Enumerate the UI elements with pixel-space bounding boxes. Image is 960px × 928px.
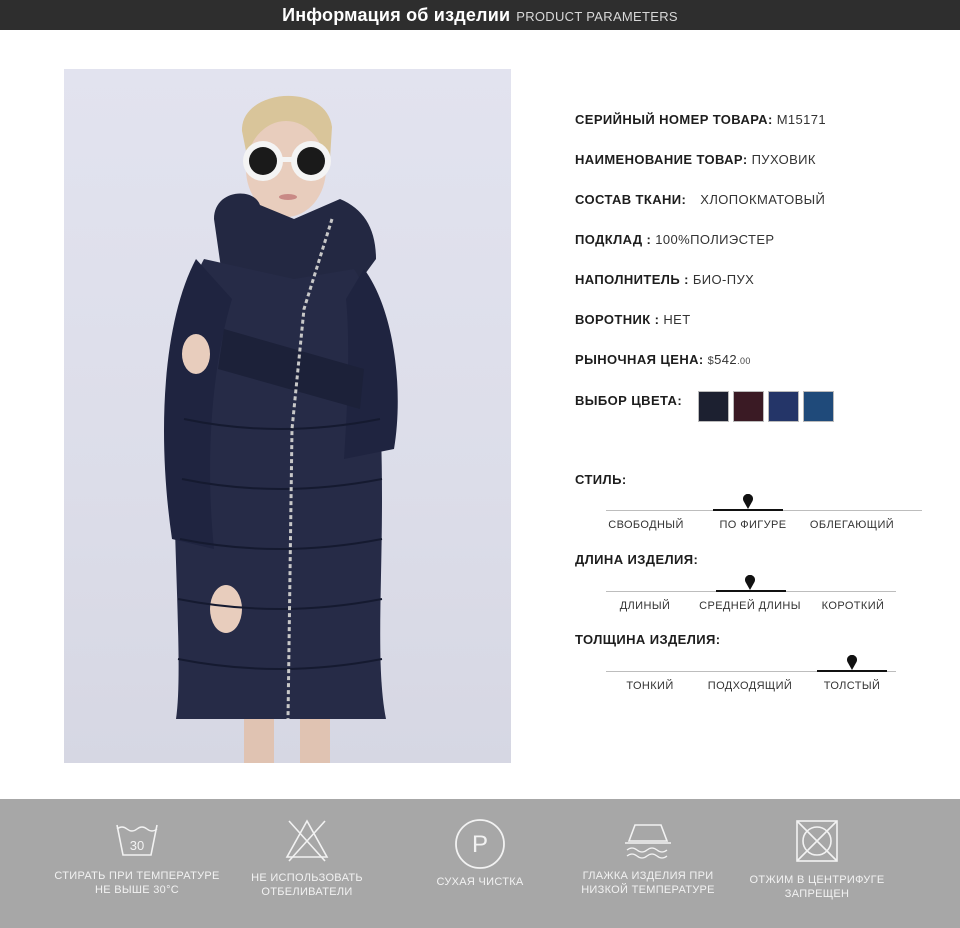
product-photo — [64, 69, 511, 763]
param-fabric-label: СОСТАВ ТКАНИ: — [575, 192, 687, 207]
header-title-en: PRODUCT PARAMETERS — [516, 9, 678, 24]
care-item-dryclean: P СУХАЯ ЧИСТКА — [385, 799, 575, 889]
param-price: РЫНОЧНАЯ ЦЕНА: $542.00 — [575, 352, 751, 367]
color-swatch-burgundy[interactable] — [733, 391, 764, 422]
scale-thickness-option-1: ПОДХОДЯЩИЙ — [707, 680, 793, 692]
param-name: НАИМЕНОВАНИЕ ТОВАР: ПУХОВИК — [575, 152, 816, 167]
section-header: Информация об изделии PRODUCT PARAMETERS — [0, 0, 960, 30]
care-item-wash: 30 СТИРАТЬ ПРИ ТЕМПЕРАТУРЕ НЕ ВЫШЕ 30°C — [42, 799, 232, 897]
care-wash-line2: НЕ ВЫШЕ 30°C — [94, 884, 180, 896]
scale-length-marker-icon — [745, 575, 755, 590]
scale-style-option-1: ПО ФИГУРЕ — [719, 519, 787, 531]
param-colors-label: ВЫБОР ЦВЕТА: — [575, 393, 683, 408]
iron-low-icon — [625, 824, 671, 859]
param-collar: ВОРОТНИК : НЕТ — [575, 312, 691, 327]
param-lining: ПОДКЛАД :100%ПОЛИЭСТЕР — [575, 232, 775, 247]
scale-length-selected-bar — [716, 590, 786, 592]
care-dryclean-line1: СУХАЯ ЧИСТКА — [436, 876, 524, 888]
param-lining-value: 100%ПОЛИЭСТЕР — [655, 232, 775, 247]
param-colors: ВЫБОР ЦВЕТА: — [575, 393, 682, 408]
scale-thickness-option-0: ТОНКИЙ — [626, 680, 674, 692]
param-collar-label: ВОРОТНИК : — [575, 312, 660, 327]
care-item-bleach: НЕ ИСПОЛЬЗОВАТЬ ОТБЕЛИВАТЕЛИ — [212, 799, 402, 899]
scale-length-option-2: КОРОТКИЙ — [821, 600, 885, 612]
care-tumble-line1: ОТЖИМ В ЦЕНТРИФУГЕ — [749, 874, 885, 886]
param-serial: СЕРИЙНЫЙ НОМЕР ТОВАРА: M15171 — [575, 112, 826, 127]
scale-style-selected-bar — [713, 509, 783, 511]
scale-thickness-marker-icon — [847, 655, 857, 670]
care-tumble-line2: ЗАПРЕЩЕН — [784, 888, 850, 900]
header-title-ru: Информация об изделии — [282, 4, 511, 25]
care-bleach-line1: НЕ ИСПОЛЬЗОВАТЬ — [251, 872, 363, 884]
care-iron-line1: ГЛАЖКА ИЗДЕЛИЯ ПРИ — [582, 870, 714, 882]
model-in-coat-illustration — [164, 95, 398, 763]
param-fabric-value: ХЛОПОКМАТОВЫЙ — [700, 192, 826, 207]
wash-30-icon: 30 — [116, 824, 158, 856]
param-lining-label: ПОДКЛАД : — [575, 232, 652, 247]
color-swatch-navy[interactable] — [698, 391, 729, 422]
color-swatch-denim[interactable] — [803, 391, 834, 422]
param-name-label: НАИМЕНОВАНИЕ ТОВАР: — [575, 152, 748, 167]
param-serial-label: СЕРИЙНЫЙ НОМЕР ТОВАРА: — [575, 112, 773, 127]
scale-style-option-0: СВОБОДНЫЙ — [608, 519, 684, 531]
no-tumble-dry-icon — [796, 820, 838, 862]
scale-style-title: СТИЛЬ: — [575, 472, 627, 487]
scale-length-title: ДЛИНА ИЗДЕЛИЯ: — [575, 552, 699, 567]
care-item-iron: ГЛАЖКА ИЗДЕЛИЯ ПРИ НИЗКОЙ ТЕМПЕРАТУРЕ — [553, 799, 743, 897]
color-swatch-blue[interactable] — [768, 391, 799, 422]
dry-clean-letter: P — [472, 831, 488, 858]
price-cents: .00 — [737, 356, 751, 366]
care-iron-line2: НИЗКОЙ ТЕМПЕРАТУРЕ — [581, 884, 715, 896]
care-instructions: 30 СТИРАТЬ ПРИ ТЕМПЕРАТУРЕ НЕ ВЫШЕ 30°C … — [0, 799, 960, 928]
care-wash-line1: СТИРАТЬ ПРИ ТЕМПЕРАТУРЕ — [54, 870, 220, 882]
param-filler: НАПОЛНИТЕЛЬ : БИО-ПУХ — [575, 272, 754, 287]
care-bleach-line2: ОТБЕЛИВАТЕЛИ — [261, 886, 353, 898]
no-bleach-icon — [285, 819, 329, 862]
scale-length-option-0: ДЛИНЫЙ — [619, 600, 671, 612]
scale-thickness-selected-bar — [817, 670, 887, 672]
care-item-tumble: ОТЖИМ В ЦЕНТРИФУГЕ ЗАПРЕЩЕН — [722, 799, 912, 901]
param-name-value: ПУХОВИК — [751, 152, 816, 167]
param-fabric: СОСТАВ ТКАНИ: ХЛОПОКМАТОВЫЙ — [575, 192, 825, 207]
param-serial-value: M15171 — [776, 112, 827, 127]
color-swatches — [698, 391, 834, 422]
wash-temperature-number: 30 — [130, 838, 144, 853]
scale-style-marker-icon — [743, 494, 753, 509]
scale-style-option-2: ОБЛЕГАЮЩИЙ — [809, 519, 895, 531]
param-price-label: РЫНОЧНАЯ ЦЕНА: — [575, 352, 704, 367]
param-filler-value: БИО-ПУХ — [692, 272, 755, 287]
price-amount: 542 — [714, 352, 738, 367]
scale-length-option-1: СРЕДНЕЙ ДЛИНЫ — [699, 600, 801, 612]
scale-thickness-title: ТОЛЩИНА ИЗДЕЛИЯ: — [575, 632, 721, 647]
scale-thickness-option-2: ТОЛСТЫЙ — [823, 680, 881, 692]
dry-clean-icon: P — [455, 819, 505, 869]
param-filler-label: НАПОЛНИТЕЛЬ : — [575, 272, 689, 287]
param-collar-value: НЕТ — [663, 312, 691, 327]
